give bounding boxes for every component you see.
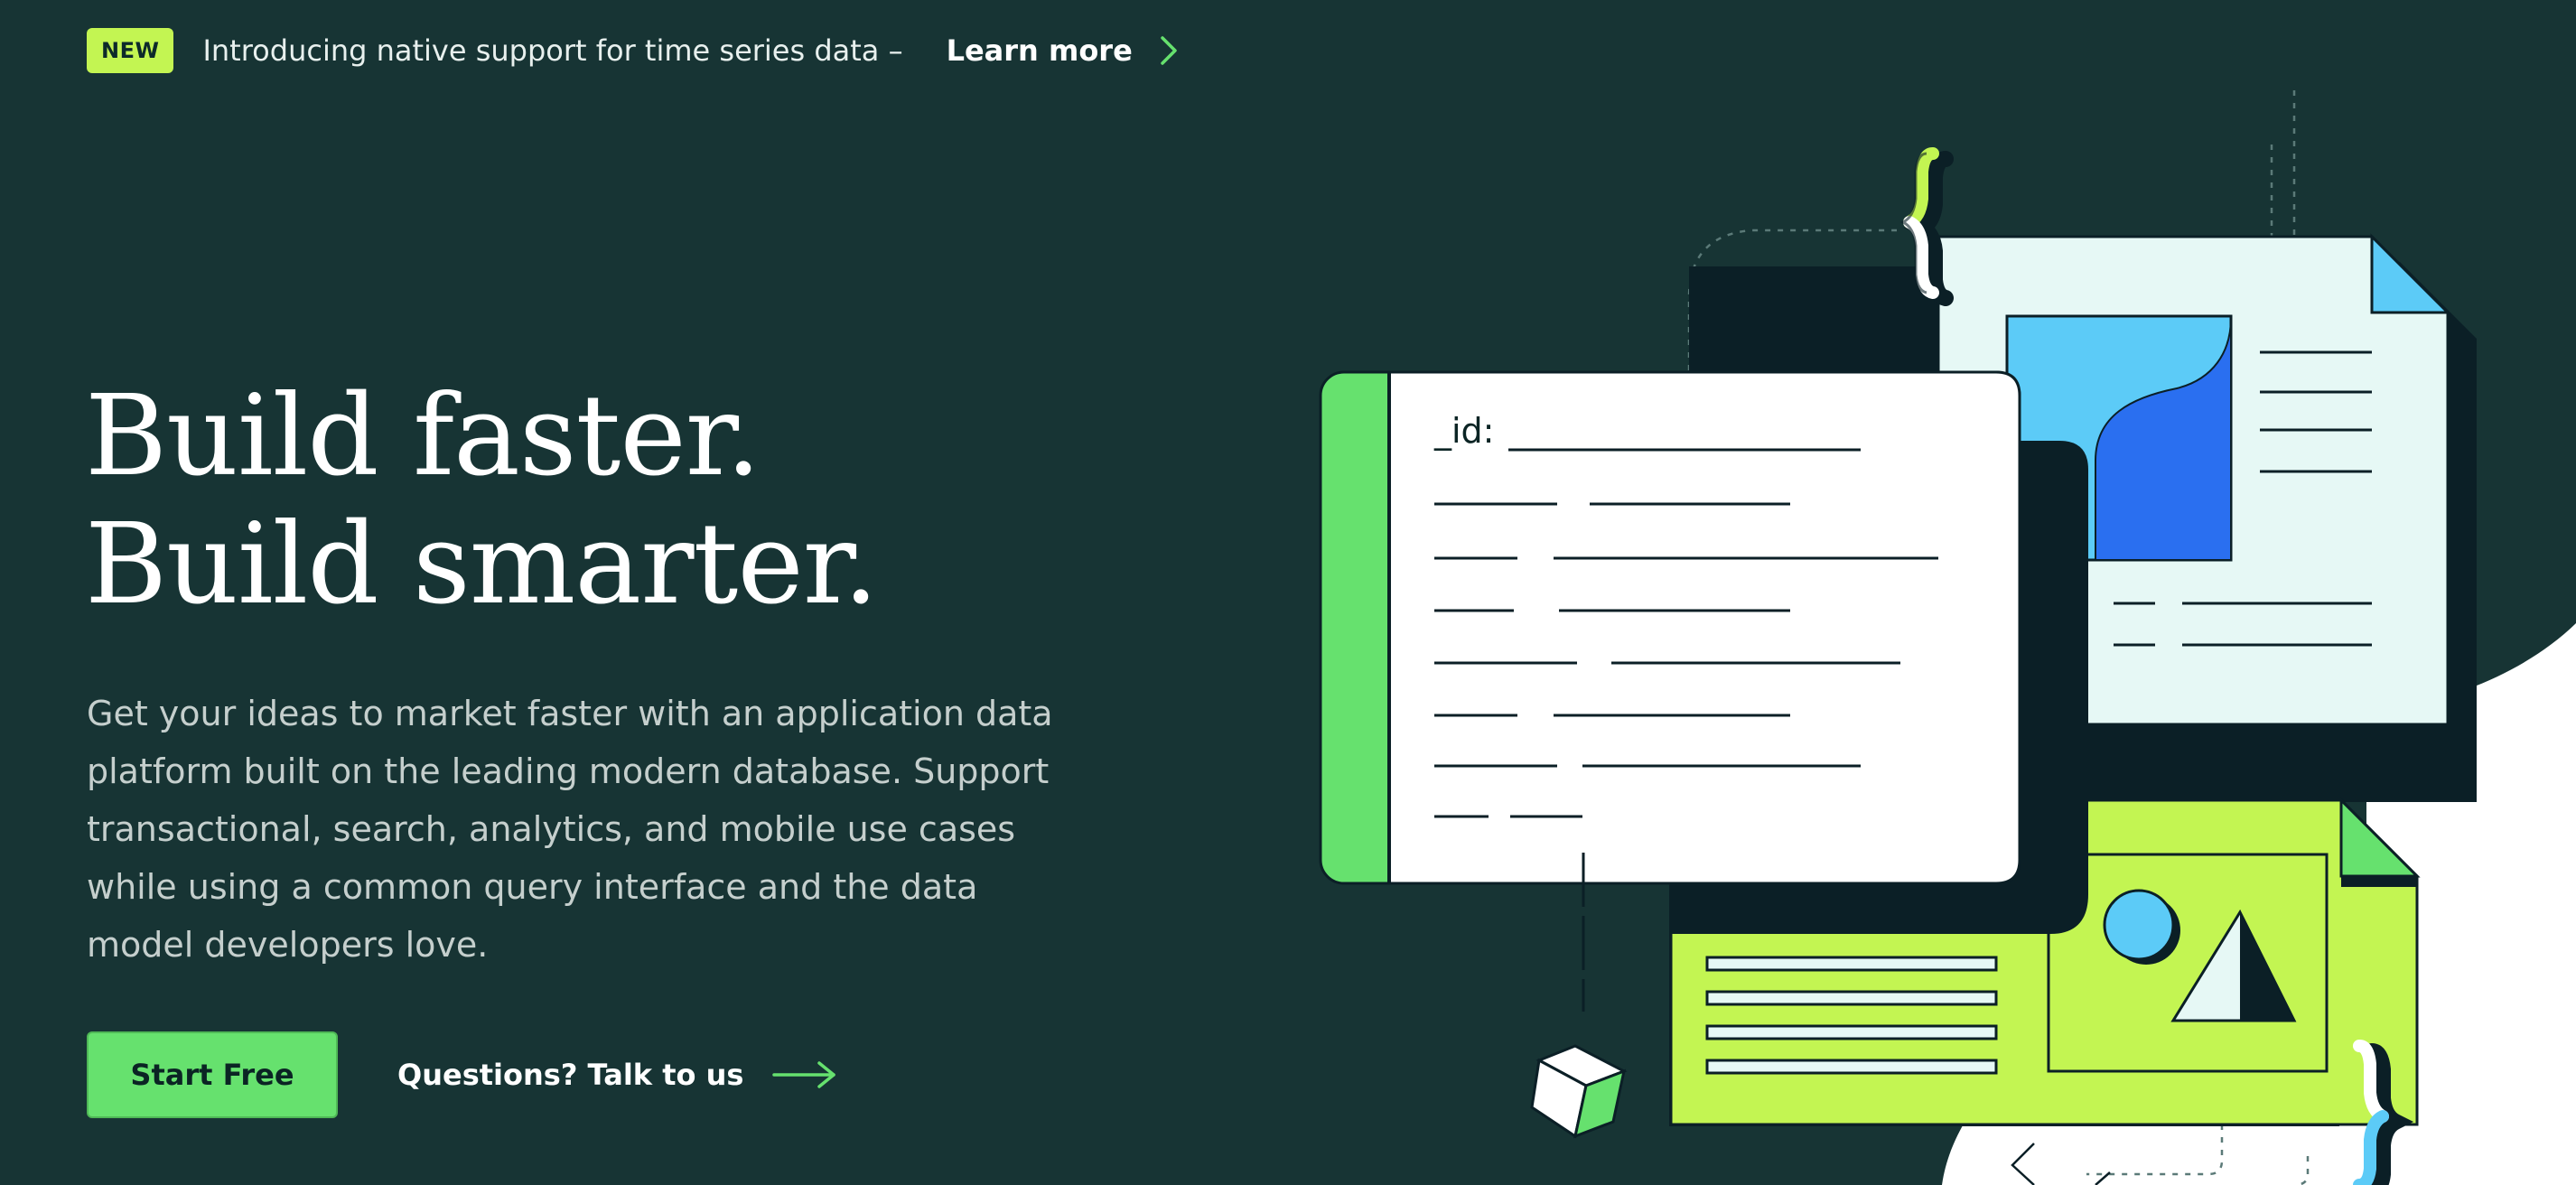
headline-line-2: Build smarter. [85, 499, 879, 630]
cube-icon [1530, 1044, 1628, 1139]
learn-more-label: Learn more [946, 33, 1133, 68]
hero-headline: Build faster. Build smarter. [85, 371, 879, 630]
learn-more-link[interactable]: Learn more [947, 33, 1178, 68]
talk-to-us-link[interactable]: Questions? Talk to us [397, 1058, 837, 1092]
start-free-button[interactable]: Start Free [87, 1031, 338, 1118]
hero-page: NEW Introducing native support for time … [0, 0, 2576, 1185]
database-illustration: _id: [1319, 90, 2576, 1185]
headline-line-1: Build faster. [85, 371, 761, 501]
chevron-right-icon [1161, 36, 1177, 65]
hero-description: Get your ideas to market faster with an … [87, 694, 1053, 965]
talk-to-us-label: Questions? Talk to us [397, 1058, 744, 1092]
new-badge: NEW [87, 28, 174, 73]
cta-row: Start Free Questions? Talk to us [87, 1031, 837, 1118]
id-field-label: _id: [1433, 411, 1494, 451]
announcement-text: Introducing native support for time seri… [202, 33, 903, 68]
announcement-bar: NEW Introducing native support for time … [87, 27, 1178, 74]
arrow-right-icon [772, 1061, 836, 1088]
main-document: _id: [1319, 370, 2021, 885]
